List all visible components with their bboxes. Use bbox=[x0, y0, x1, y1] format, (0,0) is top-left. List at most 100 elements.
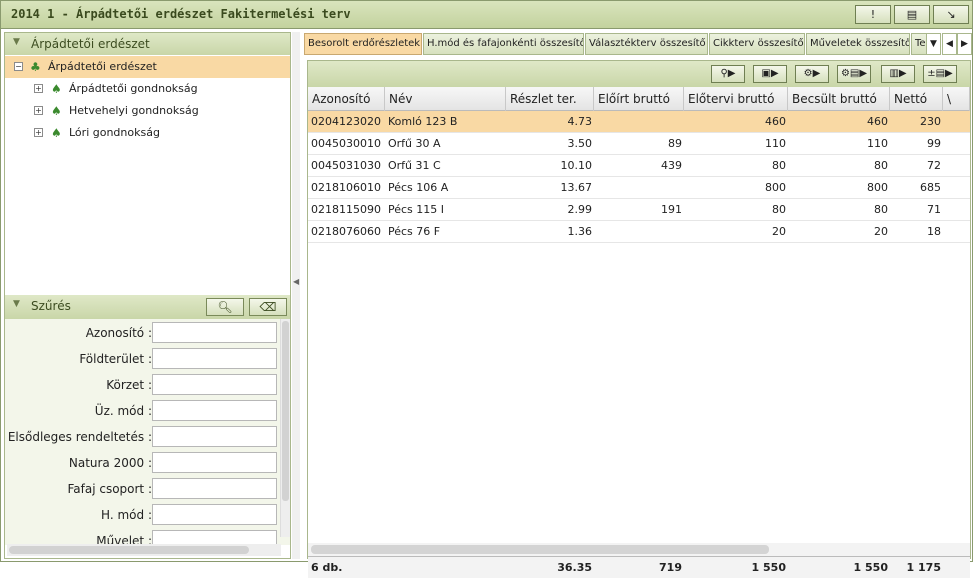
columns-menu-button[interactable]: ±▤▶ bbox=[923, 65, 957, 83]
table-row[interactable]: 0045030010 Orfű 30 A 3.50 89 110 110 99 bbox=[308, 133, 970, 155]
list-icon: ▤ bbox=[906, 8, 918, 21]
table-row[interactable]: 0218106010 Pécs 106 A 13.67 800 800 685 bbox=[308, 177, 970, 199]
tab-muveletek-osszesito[interactable]: Műveletek összesítő bbox=[806, 33, 910, 55]
advanced-settings-menu-button[interactable]: ⚙▤▶ bbox=[837, 65, 871, 83]
scroll-thumb[interactable] bbox=[282, 321, 289, 501]
tab-valasztekterv-osszesito[interactable]: Választékterv összesítő bbox=[585, 33, 708, 55]
tab-cikkterv-osszesito[interactable]: Cikkterv összesítő bbox=[709, 33, 805, 55]
image-menu-button[interactable]: ▣▶ bbox=[753, 65, 787, 83]
tree-node-label: Lóri gondnokság bbox=[69, 126, 160, 139]
filter-panel-header[interactable]: ▼ Szűrés 🔍︎ ⌫ bbox=[5, 295, 290, 319]
cell-reszlet-ter: 13.67 bbox=[560, 181, 593, 194]
scroll-thumb[interactable] bbox=[9, 546, 249, 554]
filter-vertical-scrollbar[interactable] bbox=[280, 319, 290, 537]
table-row[interactable]: 0204123020 Komló 123 B 4.73 460 460 230 bbox=[308, 111, 970, 133]
tab-scroll-right[interactable]: ▶ bbox=[957, 33, 972, 55]
grid-toolbar: ⚲▶ ▣▶ ⚙▶ ⚙▤▶ ▥▶ ±▤▶ bbox=[308, 61, 970, 87]
uzmod-field[interactable] bbox=[152, 400, 277, 421]
data-grid: ⚲▶ ▣▶ ⚙▶ ⚙▤▶ ▥▶ ±▤▶ Azonosító Név Részle… bbox=[307, 60, 971, 578]
alert-button[interactable]: ! bbox=[855, 5, 891, 24]
cell-elotervi-brutto: 110 bbox=[765, 137, 786, 150]
column-header-reszlet-ter[interactable]: Részlet ter. bbox=[506, 87, 594, 111]
filter-row-muvelet: Művelet : bbox=[5, 529, 280, 545]
grid-summary-row: 6 db. 36.35 719 1 550 1 550 1 175 bbox=[308, 556, 970, 578]
cell-netto: 230 bbox=[920, 115, 941, 128]
table-row[interactable]: 0045031030 Orfű 31 C 10.10 439 80 80 72 bbox=[308, 155, 970, 177]
column-header-netto[interactable]: Nettó bbox=[890, 87, 943, 111]
filter-form: Azonosító : Földterület : Körzet : Üz. m… bbox=[5, 319, 290, 545]
cell-azonosito: 0045031030 bbox=[311, 159, 381, 172]
org-tree: − ♣ Árpádtetői erdészet + ♠ Árpádtetői g… bbox=[5, 55, 290, 295]
cell-nev: Pécs 76 F bbox=[388, 225, 441, 238]
tree-icon: ♠ bbox=[51, 104, 62, 118]
tab-hmod-fafaj-osszesito[interactable]: H.mód és fafajonkénti összesítő bbox=[423, 33, 584, 55]
cell-netto: 72 bbox=[927, 159, 941, 172]
table-row[interactable]: 0218076060 Pécs 76 F 1.36 20 20 18 bbox=[308, 221, 970, 243]
column-header-azonosito[interactable]: Azonosító bbox=[308, 87, 385, 111]
broom-icon: ⌫ bbox=[259, 300, 277, 314]
hmod-field[interactable] bbox=[152, 504, 277, 525]
cell-nev: Orfű 30 A bbox=[388, 137, 441, 150]
natura-2000-field[interactable] bbox=[152, 452, 277, 473]
filter-label: Földterület : bbox=[79, 352, 152, 366]
filter-row-azonosito: Azonosító : bbox=[5, 321, 280, 343]
korzet-field[interactable] bbox=[152, 374, 277, 395]
foldterulet-field[interactable] bbox=[152, 348, 277, 369]
map-pin-menu-button[interactable]: ⚲▶ bbox=[711, 65, 745, 83]
export-menu-button[interactable]: ▥▶ bbox=[881, 65, 915, 83]
tab-list-dropdown[interactable]: ▼ bbox=[926, 33, 941, 55]
panel-splitter[interactable]: ◀ bbox=[292, 32, 300, 559]
fafaj-csoport-field[interactable] bbox=[152, 478, 277, 499]
filter-label: Körzet : bbox=[106, 378, 152, 392]
filter-label: Azonosító : bbox=[85, 326, 152, 340]
summary-elotervi-brutto: 1 550 bbox=[751, 561, 786, 574]
collapse-chevron-icon[interactable]: ▼ bbox=[13, 299, 20, 309]
collapse-chevron-icon[interactable]: ▼ bbox=[13, 37, 20, 47]
column-header-becsult-brutto[interactable]: Becsült bruttó bbox=[788, 87, 890, 111]
tree-node-hetvehelyi[interactable]: + ♠ Hetvehelyi gondnokság bbox=[5, 100, 290, 122]
cell-elotervi-brutto: 80 bbox=[772, 203, 786, 216]
filter-label: H. mód : bbox=[101, 508, 152, 522]
cell-reszlet-ter: 2.99 bbox=[567, 203, 593, 216]
column-header-truncated[interactable]: \ bbox=[943, 87, 970, 111]
tree-panel-title: Árpádtetői erdészet bbox=[31, 37, 150, 51]
azonosito-field[interactable] bbox=[152, 322, 277, 343]
column-header-eloirt-brutto[interactable]: Előírt bruttó bbox=[594, 87, 684, 111]
muvelet-field[interactable] bbox=[152, 530, 277, 545]
collapse-left-icon[interactable]: ◀ bbox=[293, 277, 299, 286]
expand-toggle-icon[interactable]: + bbox=[34, 84, 43, 93]
tree-panel-header[interactable]: ▼ Árpádtetői erdészet bbox=[5, 33, 290, 55]
cell-azonosito: 0045030010 bbox=[311, 137, 381, 150]
expand-toggle-icon[interactable]: + bbox=[34, 128, 43, 137]
table-row[interactable]: 0218115090 Pécs 115 I 2.99 191 80 80 71 bbox=[308, 199, 970, 221]
clear-filter-button[interactable]: ⌫ bbox=[249, 298, 287, 316]
filter-label: Üz. mód : bbox=[94, 404, 152, 418]
cell-reszlet-ter: 4.73 bbox=[567, 115, 593, 128]
tab-scroll-left[interactable]: ◀ bbox=[942, 33, 957, 55]
scroll-thumb[interactable] bbox=[311, 545, 769, 554]
list-view-button[interactable]: ▤ bbox=[894, 5, 930, 24]
column-header-nev[interactable]: Név bbox=[385, 87, 506, 111]
tree-node-lori[interactable]: + ♠ Lóri gondnokság bbox=[5, 122, 290, 144]
column-header-elotervi-brutto[interactable]: Előtervi bruttó bbox=[684, 87, 788, 111]
tree-node-root[interactable]: − ♣ Árpádtetői erdészet bbox=[5, 56, 290, 78]
grid-horizontal-scrollbar[interactable] bbox=[308, 543, 970, 556]
cell-eloirt-brutto bbox=[594, 177, 682, 199]
cell-netto: 685 bbox=[920, 181, 941, 194]
tree-node-arpadtetoi[interactable]: + ♠ Árpádtetői gondnokság bbox=[5, 78, 290, 100]
tab-besorolt-erdoreszletek[interactable]: Besorolt erdőrészletek bbox=[304, 33, 422, 55]
minimize-button[interactable]: ↘ bbox=[933, 5, 969, 24]
expand-toggle-icon[interactable]: + bbox=[34, 106, 43, 115]
collapse-toggle-icon[interactable]: − bbox=[14, 62, 23, 71]
filter-horizontal-scrollbar[interactable] bbox=[7, 544, 281, 556]
filter-row-korzet: Körzet : bbox=[5, 373, 280, 395]
cell-elotervi-brutto: 460 bbox=[765, 115, 786, 128]
settings-menu-button[interactable]: ⚙▶ bbox=[795, 65, 829, 83]
tab-truncated[interactable]: Te bbox=[911, 33, 927, 55]
cell-azonosito: 0218076060 bbox=[311, 225, 381, 238]
cell-nev: Pécs 106 A bbox=[388, 181, 449, 194]
cell-elotervi-brutto: 20 bbox=[772, 225, 786, 238]
cell-becsult-brutto: 80 bbox=[874, 203, 888, 216]
search-button[interactable]: 🔍︎ bbox=[206, 298, 244, 316]
elsodleges-rendeltetes-field[interactable] bbox=[152, 426, 277, 447]
